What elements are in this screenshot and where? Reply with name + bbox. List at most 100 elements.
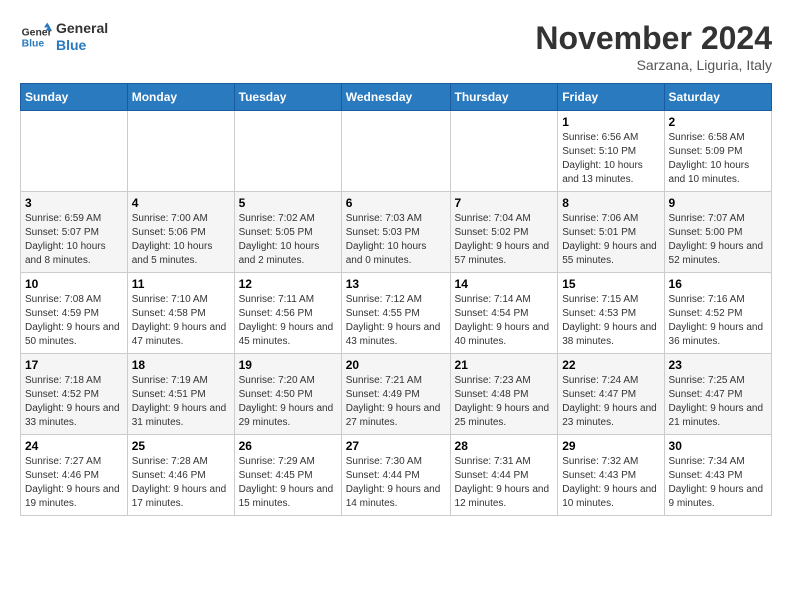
day-number: 2 xyxy=(669,115,767,129)
day-number: 11 xyxy=(132,277,230,291)
page-header: General Blue General Blue November 2024 … xyxy=(20,20,772,73)
day-info: Sunrise: 7:14 AMSunset: 4:54 PMDaylight:… xyxy=(455,293,554,349)
calendar-cell: 19 Sunrise: 7:20 AMSunset: 4:50 PMDayligh… xyxy=(234,354,341,435)
day-info: Sunrise: 7:32 AMSunset: 4:43 PMDaylight:… xyxy=(562,455,659,511)
calendar-cell: 15 Sunrise: 7:15 AMSunset: 4:53 PMDayligh… xyxy=(558,273,664,354)
day-number: 21 xyxy=(455,358,554,372)
day-info: Sunrise: 7:15 AMSunset: 4:53 PMDaylight:… xyxy=(562,293,659,349)
calendar-cell: 22 Sunrise: 7:24 AMSunset: 4:47 PMDayligh… xyxy=(558,354,664,435)
svg-text:Blue: Blue xyxy=(22,38,45,49)
logo-line1: General xyxy=(56,20,108,37)
week-row-4: 17Sunrise: 7:18 AMSunset: 4:52 PMDayligh… xyxy=(21,354,772,435)
day-number: 20 xyxy=(346,358,446,372)
day-number: 25 xyxy=(132,439,230,453)
day-number: 23 xyxy=(669,358,767,372)
day-number: 19 xyxy=(239,358,337,372)
day-info: Sunrise: 7:00 AMSunset: 5:06 PMDaylight:… xyxy=(132,212,230,268)
weekday-saturday: Saturday xyxy=(664,84,771,111)
week-row-1: 1 Sunrise: 6:56 AMSunset: 5:10 PMDaylight… xyxy=(21,111,772,192)
calendar-cell xyxy=(127,111,234,192)
calendar-cell: 23 Sunrise: 7:25 AMSunset: 4:47 PMDayligh… xyxy=(664,354,771,435)
calendar-cell: 24 Sunrise: 7:27 AMSunset: 4:46 PMDayligh… xyxy=(21,435,128,516)
calendar-table: SundayMondayTuesdayWednesdayThursdayFrid… xyxy=(20,83,772,516)
calendar-cell: 25 Sunrise: 7:28 AMSunset: 4:46 PMDayligh… xyxy=(127,435,234,516)
day-info: Sunrise: 6:59 AMSunset: 5:07 PMDaylight:… xyxy=(25,212,123,268)
calendar-cell xyxy=(234,111,341,192)
calendar-cell: 18 Sunrise: 7:19 AMSunset: 4:51 PMDayligh… xyxy=(127,354,234,435)
calendar-cell: 27 Sunrise: 7:30 AMSunset: 4:44 PMDayligh… xyxy=(341,435,450,516)
day-number: 29 xyxy=(562,439,659,453)
day-info: Sunrise: 7:27 AMSunset: 4:46 PMDaylight:… xyxy=(25,455,123,511)
calendar-cell xyxy=(450,111,558,192)
day-number: 6 xyxy=(346,196,446,210)
day-number: 18 xyxy=(132,358,230,372)
calendar-cell: 16Sunrise: 7:16 AMSunset: 4:52 PMDayligh… xyxy=(664,273,771,354)
calendar-cell: 6 Sunrise: 7:03 AMSunset: 5:03 PMDaylight… xyxy=(341,192,450,273)
day-number: 1 xyxy=(562,115,659,129)
day-number: 16 xyxy=(669,277,767,291)
day-info: Sunrise: 7:10 AMSunset: 4:58 PMDaylight:… xyxy=(132,293,230,349)
day-number: 15 xyxy=(562,277,659,291)
calendar-cell: 30Sunrise: 7:34 AMSunset: 4:43 PMDayligh… xyxy=(664,435,771,516)
day-number: 14 xyxy=(455,277,554,291)
day-number: 27 xyxy=(346,439,446,453)
day-info: Sunrise: 7:30 AMSunset: 4:44 PMDaylight:… xyxy=(346,455,446,511)
day-number: 9 xyxy=(669,196,767,210)
day-number: 17 xyxy=(25,358,123,372)
day-number: 28 xyxy=(455,439,554,453)
calendar-cell: 5Sunrise: 7:02 AMSunset: 5:05 PMDaylight… xyxy=(234,192,341,273)
calendar-cell: 10 Sunrise: 7:08 AMSunset: 4:59 PMDayligh… xyxy=(21,273,128,354)
day-info: Sunrise: 7:08 AMSunset: 4:59 PMDaylight:… xyxy=(25,293,123,349)
day-number: 26 xyxy=(239,439,337,453)
week-row-3: 10 Sunrise: 7:08 AMSunset: 4:59 PMDayligh… xyxy=(21,273,772,354)
day-info: Sunrise: 7:31 AMSunset: 4:44 PMDaylight:… xyxy=(455,455,554,511)
day-number: 8 xyxy=(562,196,659,210)
calendar-cell: 2 Sunrise: 6:58 AMSunset: 5:09 PMDaylight… xyxy=(664,111,771,192)
calendar-cell: 11 Sunrise: 7:10 AMSunset: 4:58 PMDayligh… xyxy=(127,273,234,354)
day-info: Sunrise: 7:03 AMSunset: 5:03 PMDaylight:… xyxy=(346,212,446,268)
weekday-sunday: Sunday xyxy=(21,84,128,111)
day-info: Sunrise: 7:04 AMSunset: 5:02 PMDaylight:… xyxy=(455,212,554,268)
day-number: 22 xyxy=(562,358,659,372)
calendar-cell: 26 Sunrise: 7:29 AMSunset: 4:45 PMDayligh… xyxy=(234,435,341,516)
week-row-2: 3Sunrise: 6:59 AMSunset: 5:07 PMDaylight… xyxy=(21,192,772,273)
day-info: Sunrise: 7:19 AMSunset: 4:51 PMDaylight:… xyxy=(132,374,230,430)
calendar-cell: 7Sunrise: 7:04 AMSunset: 5:02 PMDaylight… xyxy=(450,192,558,273)
calendar-cell: 17Sunrise: 7:18 AMSunset: 4:52 PMDayligh… xyxy=(21,354,128,435)
day-info: Sunrise: 6:58 AMSunset: 5:09 PMDaylight:… xyxy=(669,131,767,187)
day-info: Sunrise: 7:02 AMSunset: 5:05 PMDaylight:… xyxy=(239,212,337,268)
weekday-friday: Friday xyxy=(558,84,664,111)
day-number: 30 xyxy=(669,439,767,453)
title-section: November 2024 Sarzana, Liguria, Italy xyxy=(535,20,772,73)
logo-text: General Blue xyxy=(56,20,108,54)
logo: General Blue General Blue xyxy=(20,20,108,54)
weekday-header-row: SundayMondayTuesdayWednesdayThursdayFrid… xyxy=(21,84,772,111)
calendar-cell: 13 Sunrise: 7:12 AMSunset: 4:55 PMDayligh… xyxy=(341,273,450,354)
day-info: Sunrise: 7:20 AMSunset: 4:50 PMDaylight:… xyxy=(239,374,337,430)
day-info: Sunrise: 7:29 AMSunset: 4:45 PMDaylight:… xyxy=(239,455,337,511)
calendar-cell: 21 Sunrise: 7:23 AMSunset: 4:48 PMDayligh… xyxy=(450,354,558,435)
day-info: Sunrise: 6:56 AMSunset: 5:10 PMDaylight:… xyxy=(562,131,659,187)
calendar-cell: 12 Sunrise: 7:11 AMSunset: 4:56 PMDayligh… xyxy=(234,273,341,354)
day-info: Sunrise: 7:11 AMSunset: 4:56 PMDaylight:… xyxy=(239,293,337,349)
weekday-monday: Monday xyxy=(127,84,234,111)
calendar-cell: 9Sunrise: 7:07 AMSunset: 5:00 PMDaylight… xyxy=(664,192,771,273)
calendar-cell: 14 Sunrise: 7:14 AMSunset: 4:54 PMDayligh… xyxy=(450,273,558,354)
day-number: 24 xyxy=(25,439,123,453)
calendar-cell: 1 Sunrise: 6:56 AMSunset: 5:10 PMDaylight… xyxy=(558,111,664,192)
day-info: Sunrise: 7:24 AMSunset: 4:47 PMDaylight:… xyxy=(562,374,659,430)
day-info: Sunrise: 7:28 AMSunset: 4:46 PMDaylight:… xyxy=(132,455,230,511)
week-row-5: 24 Sunrise: 7:27 AMSunset: 4:46 PMDayligh… xyxy=(21,435,772,516)
weekday-wednesday: Wednesday xyxy=(341,84,450,111)
day-info: Sunrise: 7:25 AMSunset: 4:47 PMDaylight:… xyxy=(669,374,767,430)
day-number: 10 xyxy=(25,277,123,291)
logo-line2: Blue xyxy=(56,37,108,54)
day-number: 13 xyxy=(346,277,446,291)
calendar-body: 1 Sunrise: 6:56 AMSunset: 5:10 PMDaylight… xyxy=(21,111,772,516)
calendar-cell: 3Sunrise: 6:59 AMSunset: 5:07 PMDaylight… xyxy=(21,192,128,273)
day-info: Sunrise: 7:12 AMSunset: 4:55 PMDaylight:… xyxy=(346,293,446,349)
calendar-cell xyxy=(341,111,450,192)
day-info: Sunrise: 7:23 AMSunset: 4:48 PMDaylight:… xyxy=(455,374,554,430)
weekday-tuesday: Tuesday xyxy=(234,84,341,111)
day-number: 12 xyxy=(239,277,337,291)
